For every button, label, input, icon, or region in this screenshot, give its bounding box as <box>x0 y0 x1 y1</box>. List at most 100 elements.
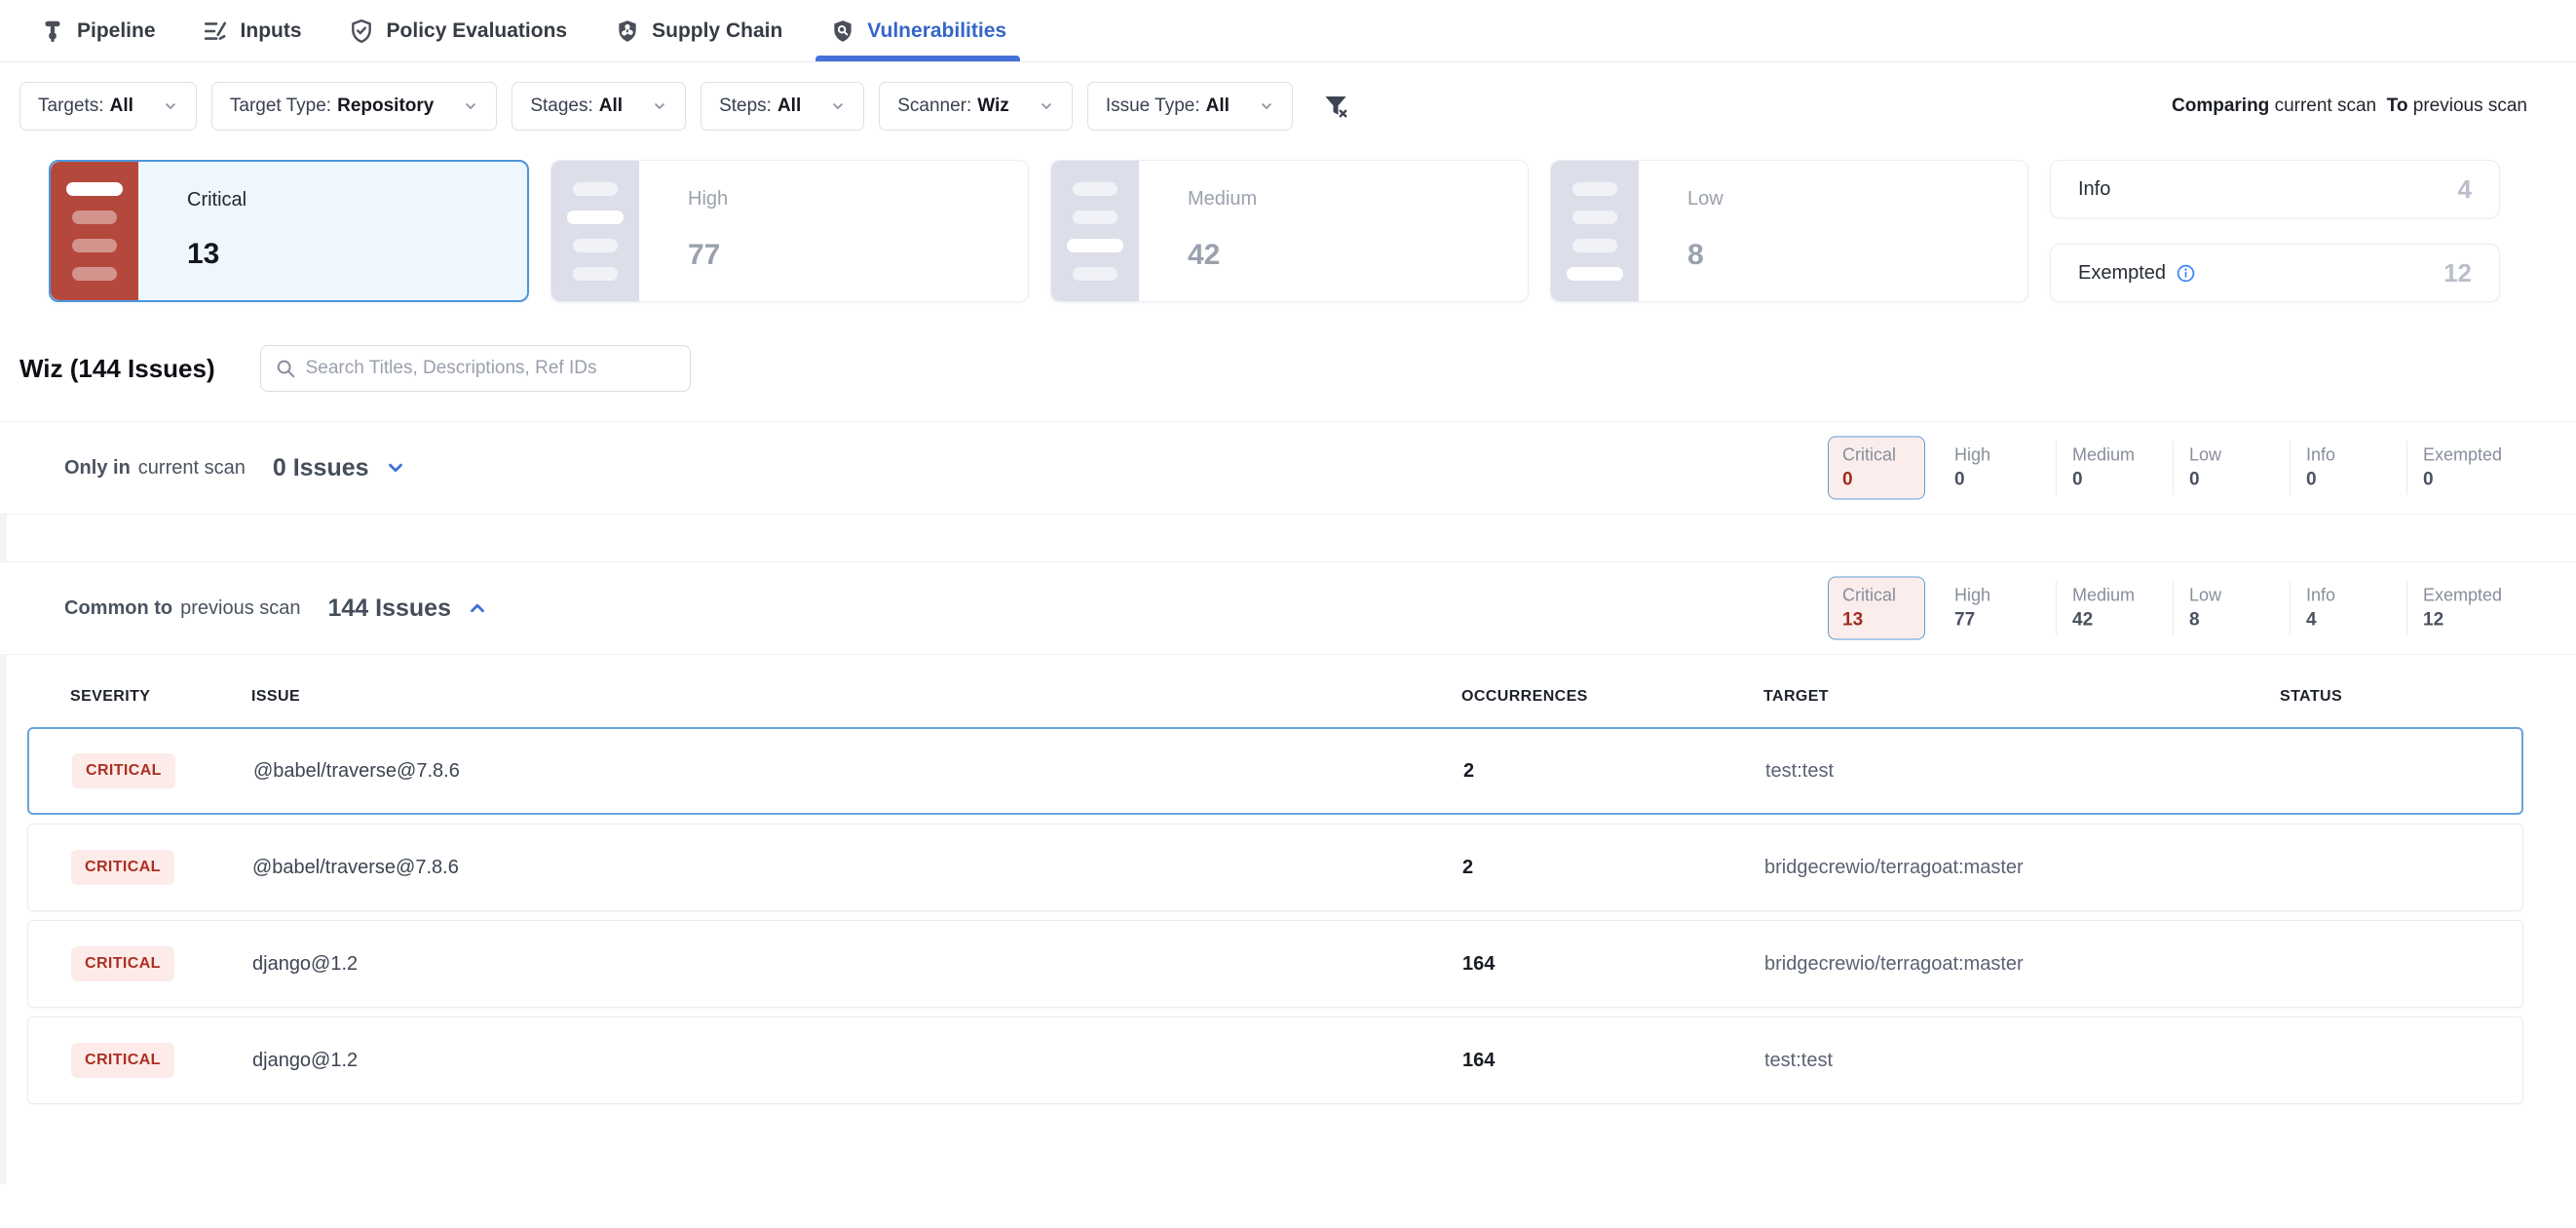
chip-value: 0 <box>2189 470 2290 491</box>
chip-label: Info <box>2306 586 2406 606</box>
filter-targets[interactable]: Targets:All <box>19 82 197 131</box>
severity-card-medium[interactable]: Medium 42 <box>1050 160 1529 302</box>
filter-value: Repository <box>337 96 434 117</box>
column-target: TARGET <box>1763 688 2280 706</box>
tab-inputs[interactable]: Inputs <box>193 0 312 61</box>
card-count: 4 <box>2458 174 2472 205</box>
info-card[interactable]: Info 4 <box>2050 160 2500 218</box>
section-prefix: Common to <box>64 597 172 620</box>
issues-table: CRITICAL @babel/traverse@7.8.6 2 test:te… <box>27 727 2523 1104</box>
column-issue: ISSUE <box>251 688 1461 706</box>
card-count: 42 <box>1188 239 1528 272</box>
chip-high[interactable]: High 0 <box>1939 441 2056 495</box>
chip-label: Medium <box>2072 586 2173 606</box>
filter-value: All <box>110 96 133 117</box>
chip-label: Low <box>2189 586 2290 606</box>
section-issue-count: 144 Issues <box>328 595 452 623</box>
chip-medium[interactable]: Medium 0 <box>2056 441 2173 495</box>
filter-stages[interactable]: Stages:All <box>511 82 686 131</box>
chip-value: 42 <box>2072 610 2173 632</box>
issue-cell: @babel/traverse@7.8.6 <box>253 760 1463 783</box>
tab-supply-chain[interactable]: Supply Chain <box>604 0 792 61</box>
top-nav: Pipeline Inputs Policy Evaluations Suppl… <box>0 0 2576 62</box>
inputs-icon <box>203 18 229 44</box>
search-input[interactable] <box>306 358 676 379</box>
severity-gauge-icon <box>551 161 639 301</box>
chip-value: 12 <box>2423 610 2523 632</box>
section-common-previous-scan: Common to previous scan 144 Issues Criti… <box>0 561 2576 655</box>
table-row[interactable]: CRITICAL @babel/traverse@7.8.6 2 test:te… <box>27 727 2523 815</box>
tab-vulnerabilities[interactable]: Vulnerabilities <box>819 0 1016 61</box>
tab-label: Policy Evaluations <box>387 19 568 43</box>
card-label: Info <box>2078 178 2110 201</box>
chip-label: Critical <box>1842 586 1914 606</box>
target-cell: test:test <box>1764 1050 2281 1072</box>
filter-steps[interactable]: Steps:All <box>701 82 864 131</box>
severity-badge: CRITICAL <box>71 850 174 885</box>
chip-high[interactable]: High 77 <box>1939 582 2056 635</box>
chevron-down-icon <box>830 98 846 114</box>
filter-label: Issue Type: <box>1106 96 1200 117</box>
table-row[interactable]: CRITICAL django@1.2 164 test:test <box>27 1017 2523 1104</box>
exempted-card[interactable]: Exempted 12 <box>2050 244 2500 302</box>
pipeline-icon <box>39 18 65 44</box>
chevron-down-icon[interactable] <box>385 457 406 479</box>
severity-gauge-icon <box>1051 161 1139 301</box>
card-label: High <box>688 188 1028 211</box>
chip-critical[interactable]: Critical 13 <box>1828 577 1925 640</box>
filter-bar: Targets:All Target Type:Repository Stage… <box>19 82 2527 131</box>
severity-summary-row: Critical 13 High 77 Medium 42 <box>49 160 2500 302</box>
card-count: 13 <box>187 238 527 271</box>
filter-scanner[interactable]: Scanner:Wiz <box>879 82 1073 131</box>
chip-value: 0 <box>1842 470 1914 491</box>
chip-label: Low <box>2189 445 2290 466</box>
tab-pipeline[interactable]: Pipeline <box>29 0 166 61</box>
target-cell: test:test <box>1765 760 2282 783</box>
table-row[interactable]: CRITICAL @babel/traverse@7.8.6 2 bridgec… <box>27 824 2523 911</box>
section-scope: current scan <box>138 457 246 480</box>
section-scope: previous scan <box>180 597 300 620</box>
results-header: Wiz (144 Issues) <box>19 345 2576 392</box>
chip-low[interactable]: Low 0 <box>2173 441 2290 495</box>
filter-label: Steps: <box>719 96 772 117</box>
severity-card-critical[interactable]: Critical 13 <box>49 160 529 302</box>
search-box[interactable] <box>260 345 691 392</box>
chip-value: 4 <box>2306 610 2406 632</box>
tab-label: Inputs <box>241 19 302 43</box>
filter-value: All <box>1206 96 1230 117</box>
column-status: STATUS <box>2280 688 2523 706</box>
comparing-to: To <box>2387 96 2408 116</box>
chip-label: Critical <box>1842 445 1914 466</box>
chevron-up-icon[interactable] <box>467 597 488 619</box>
filter-value: All <box>777 96 801 117</box>
chip-exempted[interactable]: Exempted 12 <box>2406 582 2523 635</box>
chip-low[interactable]: Low 8 <box>2173 582 2290 635</box>
chip-info[interactable]: Info 0 <box>2290 441 2406 495</box>
card-count: 12 <box>2443 258 2472 288</box>
tab-policy-evaluations[interactable]: Policy Evaluations <box>339 0 578 61</box>
filter-target-type[interactable]: Target Type:Repository <box>211 82 497 131</box>
chip-critical[interactable]: Critical 0 <box>1828 437 1925 500</box>
severity-count-chips: Critical 13 High 77 Medium 42 Low 8 Info… <box>1828 577 2523 640</box>
shield-network-icon <box>614 18 640 44</box>
chip-info[interactable]: Info 4 <box>2290 582 2406 635</box>
chip-value: 0 <box>2306 470 2406 491</box>
chip-exempted[interactable]: Exempted 0 <box>2406 441 2523 495</box>
chip-label: Exempted <box>2423 586 2523 606</box>
clear-filters-icon[interactable] <box>1321 92 1350 121</box>
table-row[interactable]: CRITICAL django@1.2 164 bridgecrewio/ter… <box>27 920 2523 1008</box>
comparing-previous: previous scan <box>2413 96 2527 116</box>
tab-label: Pipeline <box>77 19 156 43</box>
severity-card-high[interactable]: High 77 <box>550 160 1029 302</box>
chip-value: 8 <box>2189 610 2290 632</box>
section-only-current-scan: Only in current scan 0 Issues Critical 0… <box>0 421 2576 515</box>
chip-medium[interactable]: Medium 42 <box>2056 582 2173 635</box>
occurrences-cell: 2 <box>1462 857 1764 879</box>
chip-value: 13 <box>1842 610 1914 632</box>
column-severity: SEVERITY <box>70 688 251 706</box>
filter-issue-type[interactable]: Issue Type: All <box>1087 82 1293 131</box>
page-title: Wiz (144 Issues) <box>19 354 215 384</box>
severity-card-low[interactable]: Low 8 <box>1550 160 2028 302</box>
info-icon[interactable] <box>2176 263 2196 284</box>
filter-label: Scanner: <box>897 96 971 117</box>
